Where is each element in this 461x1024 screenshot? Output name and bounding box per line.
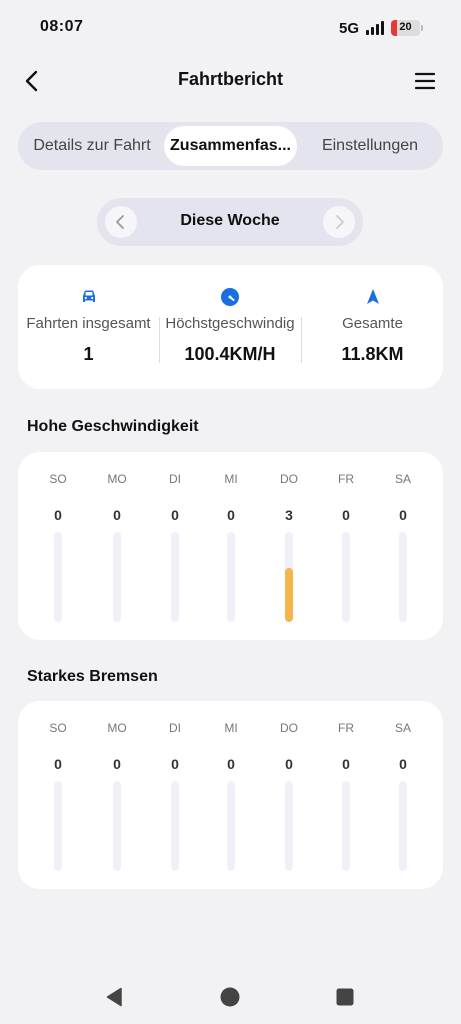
day-column: SA 0 — [380, 701, 426, 889]
stat-value: 11.8KM — [341, 344, 404, 364]
page-title: Fahrtbericht — [177, 69, 283, 89]
day-column: MI 0 — [208, 452, 254, 640]
bar-track — [171, 532, 179, 622]
day-label: MI — [224, 721, 238, 735]
stat-label: Höchstgeschwindig — [165, 315, 295, 332]
day-count: 0 — [171, 756, 179, 772]
stat-value: 100.4KM/H — [184, 344, 276, 364]
day-count: 0 — [171, 507, 179, 523]
day-column: MI 0 — [208, 701, 254, 889]
high-speed-chart: SO 0 MO 0 DI 0 MI 0 DO 3 FR 0 SA 0 — [18, 452, 443, 640]
day-column: DI 0 — [152, 452, 198, 640]
day-label: DO — [280, 472, 298, 486]
day-label: DI — [169, 721, 181, 735]
day-column: FR 0 — [323, 452, 369, 640]
hard-braking-title: Starkes Bremsen — [27, 668, 158, 685]
day-label: SA — [394, 721, 411, 735]
navigation-arrow-icon — [366, 289, 379, 304]
day-column: FR 0 — [323, 701, 369, 889]
bar-track — [285, 532, 293, 622]
bar-track — [113, 532, 121, 622]
next-period-button[interactable] — [323, 206, 355, 238]
day-label: SO — [49, 472, 67, 486]
bar-fill — [285, 568, 293, 622]
day-label: MO — [107, 472, 127, 486]
day-column: DO 3 — [266, 452, 312, 640]
day-count: 0 — [399, 756, 407, 772]
day-count: 0 — [113, 507, 121, 523]
day-label: DI — [169, 472, 181, 486]
stat-total-distance: Gesamte 11.8KM — [302, 265, 443, 389]
network-type: 5G — [339, 20, 360, 37]
car-icon — [82, 290, 95, 302]
stat-value: 1 — [83, 344, 94, 364]
day-label: FR — [338, 721, 354, 735]
day-label: SO — [49, 721, 67, 735]
bar-track — [285, 781, 293, 871]
stats-card: Fahrten insgesamt 1 Höchstgeschwindig 10… — [18, 265, 443, 389]
day-column: DO 0 — [266, 701, 312, 889]
signal-icon — [366, 21, 386, 35]
day-count: 0 — [54, 756, 62, 772]
day-count: 0 — [113, 756, 121, 772]
day-column: MO 0 — [94, 452, 140, 640]
day-label: SA — [394, 472, 411, 486]
bar-track — [113, 781, 121, 871]
day-column: SA 0 — [380, 452, 426, 640]
system-nav-bar — [0, 960, 461, 1024]
bar-track — [227, 532, 235, 622]
tab-details[interactable]: Details zur Fahrt — [22, 126, 162, 166]
bar-track — [171, 781, 179, 871]
app-header: Fahrtbericht — [0, 56, 461, 106]
day-label: MI — [224, 472, 238, 486]
day-count: 0 — [227, 507, 235, 523]
day-column: DI 0 — [152, 701, 198, 889]
day-label: FR — [338, 472, 354, 486]
stat-top-speed: Höchstgeschwindig 100.4KM/H — [160, 265, 300, 389]
day-count: 0 — [342, 756, 350, 772]
status-bar: 08:07 5G 20 — [0, 0, 461, 56]
tab-bar: Details zur Fahrt Zusammenfas... Einstel… — [18, 122, 443, 170]
bar-track — [54, 781, 62, 871]
battery-level: 20 — [399, 21, 412, 33]
hard-braking-chart: SO 0 MO 0 DI 0 MI 0 DO 0 FR 0 SA 0 — [18, 701, 443, 889]
stat-total-trips: Fahrten insgesamt 1 — [18, 265, 159, 389]
stat-label: Fahrten insgesamt — [26, 315, 151, 332]
day-count: 3 — [285, 507, 293, 523]
hamburger-menu-icon — [414, 72, 436, 90]
tab-summary[interactable]: Zusammenfas... — [164, 126, 297, 166]
battery-icon: 20 — [391, 20, 420, 36]
day-column: MO 0 — [94, 701, 140, 889]
speedometer-icon — [221, 288, 239, 306]
status-time: 08:07 — [40, 18, 84, 35]
chevron-right-icon — [336, 215, 344, 229]
high-speed-title: Hohe Geschwindigkeit — [27, 418, 199, 435]
day-label: DO — [280, 721, 298, 735]
day-count: 0 — [54, 507, 62, 523]
day-label: MO — [107, 721, 127, 735]
bar-track — [54, 532, 62, 622]
day-count: 0 — [342, 507, 350, 523]
day-count: 0 — [399, 507, 407, 523]
bar-track — [342, 781, 350, 871]
day-count: 0 — [227, 756, 235, 772]
bar-track — [399, 532, 407, 622]
day-count: 0 — [285, 756, 293, 772]
day-column: SO 0 — [35, 452, 81, 640]
nav-back-triangle-icon[interactable] — [104, 986, 126, 1008]
day-column: SO 0 — [35, 701, 81, 889]
period-selector: Diese Woche — [97, 198, 363, 246]
menu-button[interactable] — [410, 66, 440, 96]
tab-settings[interactable]: Einstellungen — [301, 126, 439, 166]
bar-track — [227, 781, 235, 871]
bar-track — [342, 532, 350, 622]
nav-home-circle-icon[interactable] — [219, 986, 241, 1008]
nav-recents-square-icon[interactable] — [334, 986, 356, 1008]
stat-label: Gesamte — [342, 315, 403, 332]
bar-track — [399, 781, 407, 871]
